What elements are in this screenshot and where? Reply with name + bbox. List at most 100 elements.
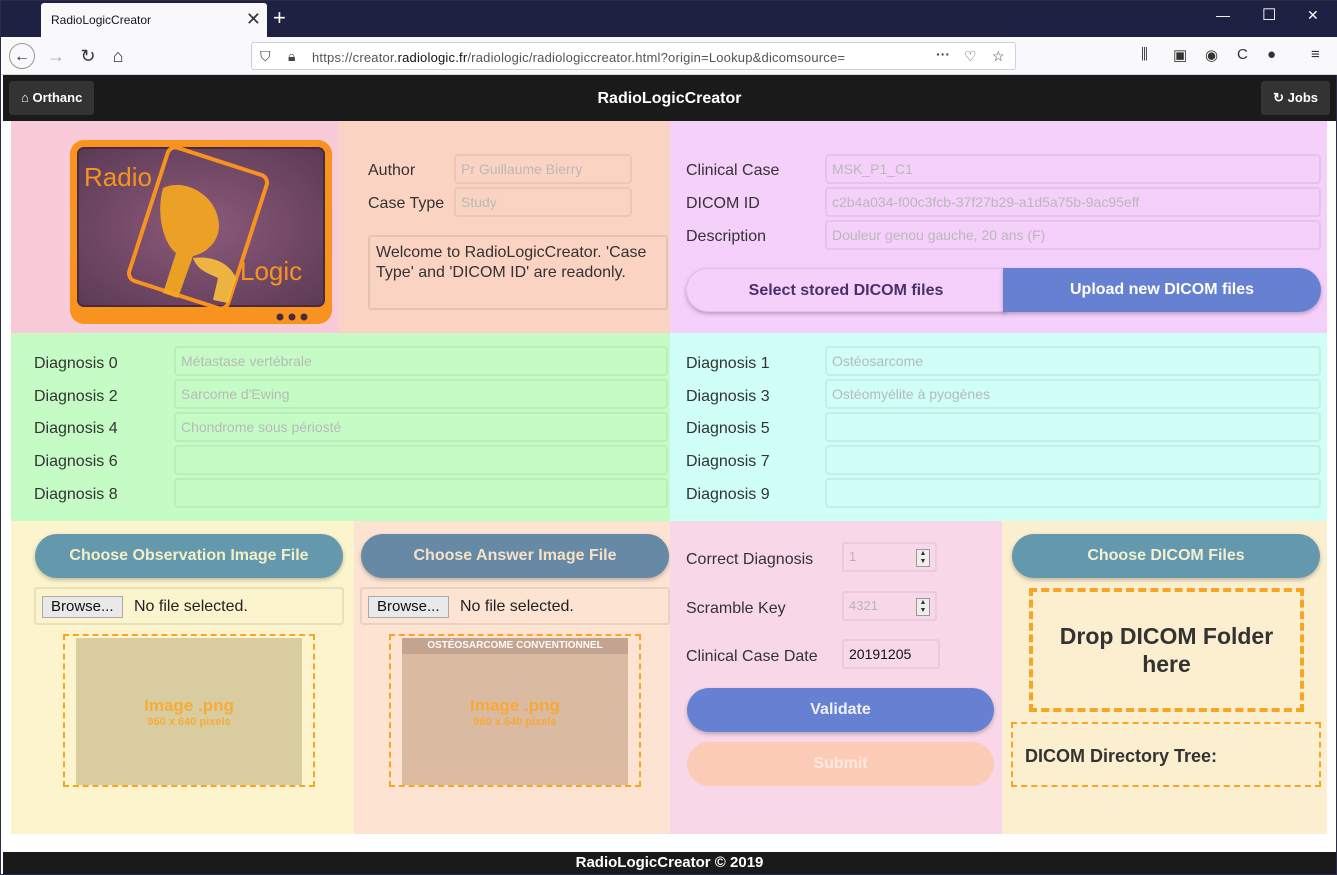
diagnosis-field[interactable]: Chondrome sous périosté <box>174 412 668 442</box>
diagnosis-label: Diagnosis 0 <box>34 355 118 372</box>
pocket-icon[interactable]: ♡ <box>964 48 977 65</box>
diagnosis-field[interactable]: Ostéomyélite à pyogènes <box>825 379 1321 409</box>
jobs-button[interactable]: ↻ Jobs <box>1261 81 1330 115</box>
diagnosis-label: Diagnosis 8 <box>34 486 118 503</box>
clinical-case-field[interactable]: MSK_P1_C1 <box>825 154 1321 184</box>
select-stored-dicom-button[interactable]: Select stored DICOM files <box>686 268 1006 312</box>
tab-title: RadioLogicCreator <box>51 13 152 27</box>
case-type-field: Study <box>454 187 632 217</box>
placeholder-size: 960 x 640 pixels <box>147 716 231 728</box>
url-text: https://creator.radiologic.fr/radiologic… <box>312 50 846 65</box>
bookmark-star-icon[interactable]: ☆ <box>992 48 1005 65</box>
extension2-icon[interactable]: ● <box>1267 46 1276 63</box>
diagnosis-field[interactable] <box>174 445 668 475</box>
refresh-icon: ↻ <box>1273 90 1285 105</box>
reload-icon[interactable]: ↻ <box>75 43 101 69</box>
author-label: Author <box>368 162 416 179</box>
back-icon[interactable]: ← <box>9 43 35 69</box>
account-icon[interactable]: ◉ <box>1205 46 1218 64</box>
dicom-id-field: c2b4a034-f00c3fcb-37f27b29-a1d5a75b-9ac9… <box>825 187 1321 217</box>
dicom-dropzone[interactable]: Drop DICOM Folder here <box>1029 588 1304 712</box>
nav-bar: ← → ↻ ⌂ ⛉ 🔒︎ https://creator.radiologic.… <box>1 37 1337 75</box>
slide-heading: OSTÉOSARCOME CONVENTIONNEL <box>402 638 628 654</box>
author-panel: Author Pr Guillaume Bierry Case Type Stu… <box>339 121 670 333</box>
browse-button[interactable]: Browse... <box>42 596 123 618</box>
welcome-textarea[interactable]: Welcome to RadioLogicCreator. 'Case Type… <box>368 235 668 310</box>
observation-file-input[interactable]: Browse... No file selected. <box>34 587 344 625</box>
upload-new-dicom-button[interactable]: Upload new DICOM files <box>1003 268 1321 312</box>
answer-file-input[interactable]: Browse... No file selected. <box>360 587 670 625</box>
window-close-icon[interactable]: ✕ <box>1307 7 1319 24</box>
diagnosis-field[interactable]: Ostéosarcome <box>825 346 1321 376</box>
diagnosis-label: Diagnosis 6 <box>34 453 118 470</box>
observation-image-placeholder: Image .png 960 x 640 pixels <box>76 638 302 785</box>
clinical-case-date-field[interactable]: 20191205 <box>842 639 940 669</box>
diagnosis-label: Diagnosis 7 <box>686 453 770 470</box>
browser-window: RadioLogicCreator ✕ + — ☐ ✕ ← → ↻ ⌂ ⛉ 🔒︎… <box>0 0 1337 875</box>
page-actions-icon[interactable]: ··· <box>936 46 950 62</box>
extension-icon[interactable]: C <box>1237 46 1248 63</box>
diagnosis-field[interactable]: Sarcome d'Ewing <box>174 379 668 409</box>
answer-panel: Choose Answer Image File Browse... No fi… <box>354 521 670 834</box>
clinical-case-date-label: Clinical Case Date <box>686 648 818 665</box>
url-bar[interactable]: ⛉ 🔒︎ https://creator.radiologic.fr/radio… <box>251 42 1016 70</box>
placeholder-title: Image .png <box>144 696 234 715</box>
diagnosis-label: Diagnosis 5 <box>686 420 770 437</box>
sidebar-icon[interactable]: ▣ <box>1173 46 1187 64</box>
diagnosis-label: Diagnosis 4 <box>34 420 118 437</box>
scramble-key-stepper[interactable]: 4321 ▲ ▼ <box>842 591 937 621</box>
browse-button[interactable]: Browse... <box>368 596 449 618</box>
choose-observation-button[interactable]: Choose Observation Image File <box>35 534 343 578</box>
diagnosis-label: Diagnosis 1 <box>686 355 770 372</box>
case-type-label: Case Type <box>368 195 445 212</box>
clinical-case-label: Clinical Case <box>686 162 780 179</box>
placeholder-title: Image .png <box>470 696 560 715</box>
diagnosis-field[interactable] <box>825 445 1321 475</box>
dicom-panel: Choose DICOM Files Drop DICOM Folder her… <box>1002 521 1327 834</box>
stepper-arrows-icon[interactable]: ▲ ▼ <box>916 598 930 616</box>
dicom-tree-label: DICOM Directory Tree: <box>1025 746 1218 766</box>
home-icon[interactable]: ⌂ <box>105 43 131 69</box>
no-file-label: No file selected. <box>134 598 248 615</box>
observation-panel: Choose Observation Image File Browse... … <box>11 521 354 834</box>
description-label: Description <box>686 228 767 245</box>
diagnoses-right-panel: Diagnosis 1 Ostéosarcome Diagnosis 3 Ost… <box>670 333 1327 521</box>
diagnosis-field[interactable] <box>825 478 1321 508</box>
diagnosis-field[interactable] <box>174 478 668 508</box>
clinical-case-panel: Clinical Case MSK_P1_C1 DICOM ID c2b4a03… <box>670 121 1327 333</box>
diagnosis-label: Diagnosis 3 <box>686 388 770 405</box>
author-field[interactable]: Pr Guillaume Bierry <box>454 154 632 184</box>
diagnosis-label: Diagnosis 2 <box>34 388 118 405</box>
validation-panel: Correct Diagnosis 1 ▲ ▼ Scramble Key 4321… <box>670 521 1002 834</box>
no-file-label: No file selected. <box>460 598 574 615</box>
validate-button[interactable]: Validate <box>687 688 994 732</box>
submit-button[interactable]: Submit <box>687 742 994 786</box>
correct-diagnosis-stepper[interactable]: 1 ▲ ▼ <box>842 542 937 572</box>
placeholder-size: 960 x 640 pixels <box>473 716 557 728</box>
menu-icon[interactable]: ≡ <box>1311 46 1320 63</box>
choose-answer-button[interactable]: Choose Answer Image File <box>361 534 669 578</box>
app-header: ⌂ Orthanc RadioLogicCreator ↻ Jobs <box>3 75 1336 121</box>
answer-image-dropzone[interactable]: OSTÉOSARCOME CONVENTIONNEL Image .png 96… <box>389 634 641 787</box>
diagnosis-field[interactable] <box>825 412 1321 442</box>
stepper-arrows-icon[interactable]: ▲ ▼ <box>916 549 930 567</box>
scramble-key-label: Scramble Key <box>686 600 786 617</box>
browser-tab[interactable]: RadioLogicCreator ✕ <box>41 3 267 37</box>
new-tab-icon[interactable]: + <box>273 6 286 30</box>
lock-icon: 🔒︎ <box>288 48 296 64</box>
choose-dicom-button[interactable]: Choose DICOM Files <box>1012 534 1320 578</box>
logo-word-logic: Logic <box>240 256 302 286</box>
library-icon[interactable]: ⫼ <box>1141 46 1148 63</box>
logo-panel: Radio Logic <box>11 121 339 333</box>
maximize-icon[interactable]: ☐ <box>1262 5 1276 25</box>
correct-diagnosis-label: Correct Diagnosis <box>686 551 814 568</box>
observation-image-dropzone[interactable]: Image .png 960 x 640 pixels <box>63 634 315 787</box>
diagnoses-left-panel: Diagnosis 0 Métastase vertébrale Diagnos… <box>11 333 670 521</box>
forward-icon[interactable]: → <box>43 43 69 69</box>
description-field[interactable]: Douleur genou gauche, 20 ans (F) <box>825 220 1321 250</box>
shield-icon[interactable]: ⛉ <box>260 48 271 65</box>
diagnosis-field[interactable]: Métastase vertébrale <box>174 346 668 376</box>
tab-close-icon[interactable]: ✕ <box>246 9 261 29</box>
dicom-tree-box: DICOM Directory Tree: <box>1011 722 1321 787</box>
minimize-icon[interactable]: — <box>1216 7 1230 23</box>
